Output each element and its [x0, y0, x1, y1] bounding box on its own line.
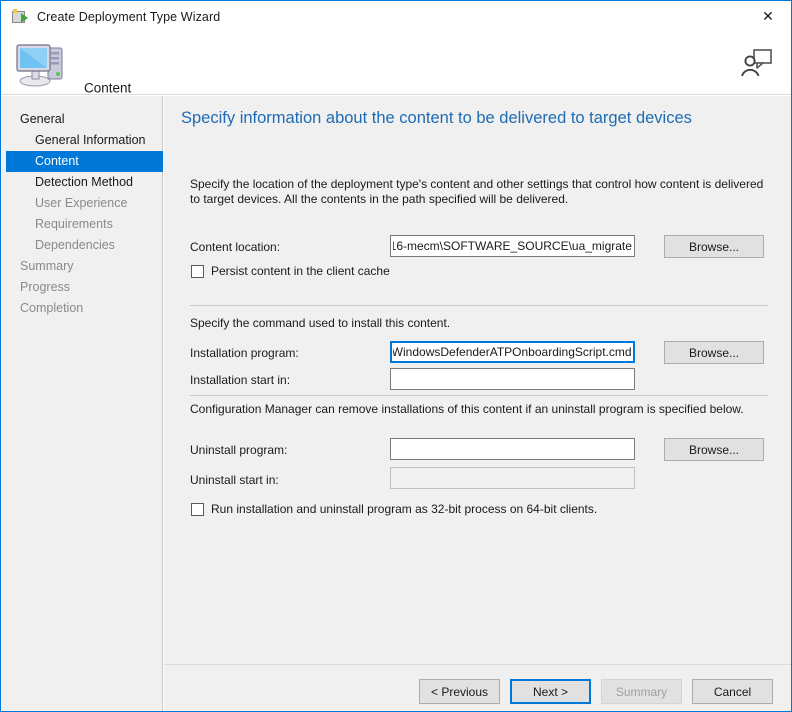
sidebar-item-general-information[interactable]: General Information: [2, 130, 162, 151]
run-32bit-checkbox-label: Run installation and uninstall program a…: [211, 502, 598, 516]
sidebar-item-requirements[interactable]: Requirements: [2, 214, 162, 235]
content-location-browse-button[interactable]: Browse...: [664, 235, 764, 258]
uninstall-program-browse-button[interactable]: Browse...: [664, 438, 764, 461]
content-location-input[interactable]: [390, 235, 635, 257]
sidebar-item-dependencies[interactable]: Dependencies: [2, 235, 162, 256]
banner-title: Content: [84, 80, 132, 96]
sidebar-item-summary[interactable]: Summary: [2, 256, 162, 277]
cancel-button[interactable]: Cancel: [692, 679, 773, 704]
uninstall-start-in-label: Uninstall start in:: [190, 473, 279, 487]
wizard-footer: < Previous Next > Summary Cancel: [164, 664, 791, 711]
uninstall-program-label: Uninstall program:: [190, 443, 288, 457]
uninstall-program-input[interactable]: [390, 438, 635, 460]
title-bar: Create Deployment Type Wizard ✕: [1, 1, 791, 33]
installation-program-label: Installation program:: [190, 346, 299, 360]
installation-program-browse-button[interactable]: Browse...: [664, 341, 764, 364]
installation-start-in-input[interactable]: [390, 368, 635, 390]
previous-button[interactable]: < Previous: [419, 679, 500, 704]
divider-uninstall: [190, 395, 768, 396]
installation-program-input[interactable]: [390, 341, 635, 363]
wizard-sidebar: General General Information Content Dete…: [2, 96, 163, 711]
persist-content-checkbox-box[interactable]: [191, 264, 204, 278]
content-location-label: Content location:: [190, 240, 281, 254]
main-panel: Specify information about the content to…: [164, 96, 791, 664]
run-32bit-checkbox-box[interactable]: [191, 502, 204, 516]
wizard-banner: Content: [2, 33, 791, 96]
page-title: Specify information about the content to…: [181, 109, 692, 127]
command-description: Specify the command used to install this…: [190, 316, 451, 330]
summary-button: Summary: [601, 679, 682, 704]
sidebar-item-completion[interactable]: Completion: [2, 298, 162, 319]
uninstall-description: Configuration Manager can remove install…: [190, 402, 744, 416]
uninstall-start-in-input: [390, 467, 635, 489]
persist-content-checkbox[interactable]: Persist content in the client cache: [191, 264, 390, 278]
sidebar-item-content[interactable]: Content: [6, 151, 163, 172]
installation-start-in-label: Installation start in:: [190, 373, 291, 387]
wizard-icon: [12, 9, 28, 25]
sidebar-item-general[interactable]: General: [2, 109, 162, 130]
user-screen-icon[interactable]: [739, 47, 773, 79]
run-32bit-checkbox[interactable]: Run installation and uninstall program a…: [191, 502, 597, 516]
sidebar-item-progress[interactable]: Progress: [2, 277, 162, 298]
divider-install: [190, 305, 768, 306]
wizard-window: Create Deployment Type Wizard ✕ Content …: [0, 0, 792, 712]
window-title: Create Deployment Type Wizard: [37, 10, 221, 24]
page-description: Specify the location of the deployment t…: [190, 177, 764, 206]
next-button[interactable]: Next >: [510, 679, 591, 704]
close-icon[interactable]: ✕: [745, 1, 791, 32]
computer-icon: [16, 44, 63, 87]
sidebar-item-user-experience[interactable]: User Experience: [2, 193, 162, 214]
sidebar-item-detection-method[interactable]: Detection Method: [2, 172, 162, 193]
persist-content-checkbox-label: Persist content in the client cache: [211, 264, 390, 278]
